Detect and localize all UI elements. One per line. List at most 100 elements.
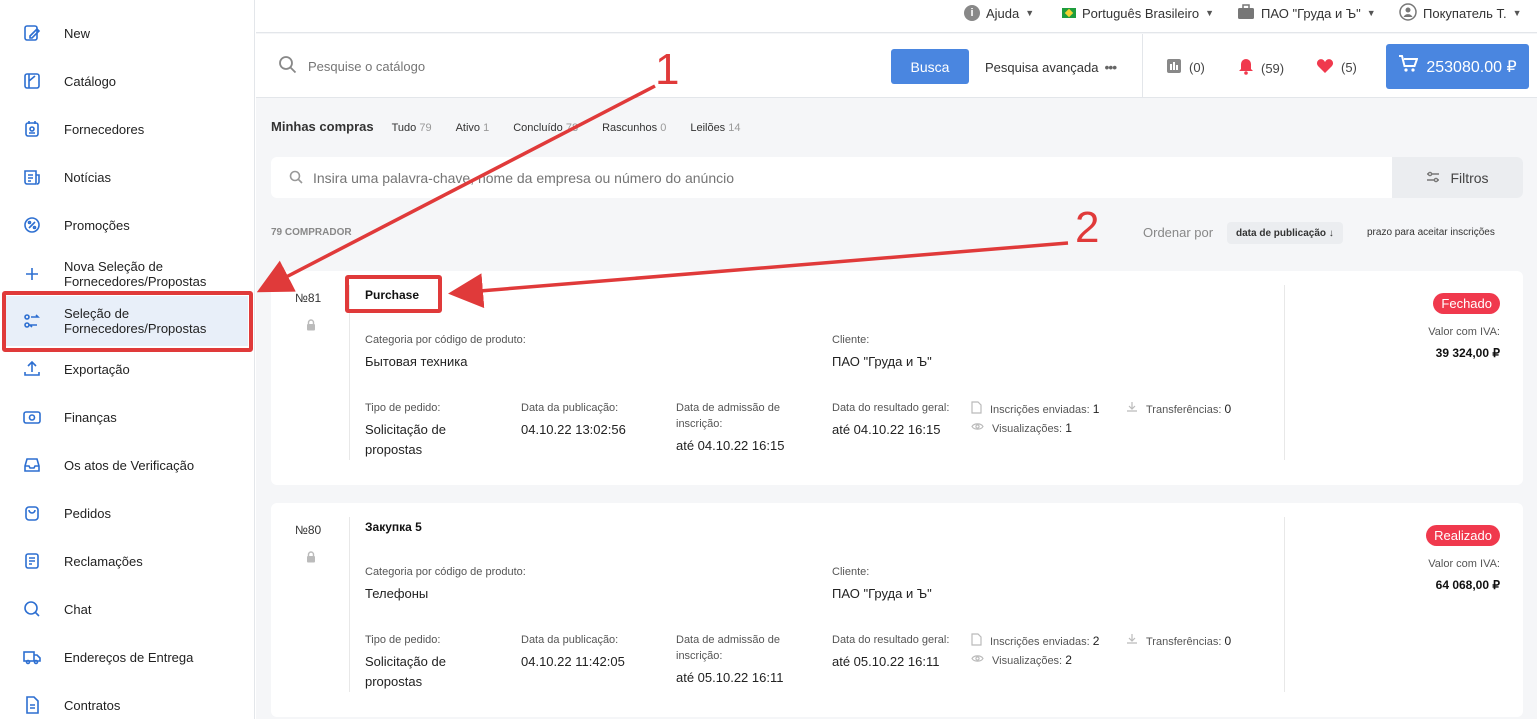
annotation-number-2: 2 <box>1075 203 1100 252</box>
filters-button[interactable]: Filtros <box>1392 157 1523 198</box>
tab-label: Ativo <box>455 122 481 134</box>
complaint-icon <box>22 551 42 571</box>
purchase-filter-input[interactable] <box>313 167 1373 189</box>
sidebar-item-label: Contratos <box>64 697 121 713</box>
tab-count: 78 <box>565 122 579 134</box>
upload-icon <box>22 359 42 379</box>
purchase-card[interactable]: №81 Purchase Categoria por código de pro… <box>271 271 1523 485</box>
purchase-card[interactable]: №80 Закупка 5 Categoria por código de pr… <box>271 503 1523 717</box>
tab-completed[interactable]: Concluído 78 <box>513 122 578 134</box>
download-icon <box>1126 401 1138 416</box>
chevron-down-icon: ▼ <box>1366 8 1376 18</box>
download-icon <box>1126 633 1138 648</box>
sort-by-publication-date[interactable]: data de publicação ↓ <box>1227 222 1343 244</box>
tab-active[interactable]: Ativo 1 <box>456 122 490 134</box>
truck-icon <box>22 647 42 667</box>
divider <box>1284 285 1285 460</box>
sort-label: Ordenar por <box>1143 225 1214 240</box>
client-label: Cliente: <box>832 334 870 346</box>
file-icon <box>971 401 982 417</box>
eye-icon <box>971 654 984 666</box>
sort-by-deadline[interactable]: prazo para aceitar inscrições <box>1367 227 1495 238</box>
results-count: 79 COMPRADOR <box>271 227 352 238</box>
result-date-value: até 05.10.22 16:11 <box>832 654 940 669</box>
cart-total: 253080.00 ₽ <box>1426 58 1517 76</box>
order-type-label: Tipo de pedido: <box>365 402 441 414</box>
sidebar-item-label: Endereços de Entrega <box>64 649 194 665</box>
applications-sent: Inscrições enviadas: 1 <box>971 401 1099 417</box>
sidebar-item-label: Pedidos <box>64 505 111 521</box>
sidebar-item-new-selection[interactable]: Nova Seleção de Fornecedores/Propostas <box>0 258 255 290</box>
purchase-number: №80 <box>295 523 322 537</box>
compare-button[interactable]: (0) <box>1166 58 1205 77</box>
sidebar-item-orders[interactable]: Pedidos <box>0 501 255 525</box>
result-date-value: até 04.10.22 16:15 <box>832 422 941 437</box>
help-label: Ajuda <box>986 5 1020 21</box>
value-amount: 39 324,00 ₽ <box>1435 346 1500 360</box>
tab-all[interactable]: Tudo 79 <box>392 122 432 134</box>
category-value: Телефоны <box>365 586 429 601</box>
divider <box>349 517 350 692</box>
sidebar-item-verification[interactable]: Os atos de Verificação <box>0 453 255 477</box>
admission-date-label: Data de admissão de inscrição: <box>676 402 780 430</box>
tab-auctions[interactable]: Leilões 14 <box>690 122 740 134</box>
purchase-number: №81 <box>295 291 322 305</box>
catalog-icon <box>22 71 42 91</box>
chevron-down-icon: ▼ <box>1512 8 1522 18</box>
admission-date-value: até 05.10.22 16:11 <box>676 670 784 685</box>
publication-date-label: Data da publicação: <box>521 634 619 646</box>
sidebar-item-news[interactable]: Notícias <box>0 165 255 189</box>
sidebar: New Catálogo Fornecedores Notícias Promo… <box>0 0 255 719</box>
tab-label: Leilões <box>690 122 726 134</box>
sidebar-item-contracts[interactable]: Contratos <box>0 693 255 717</box>
sidebar-item-promotions[interactable]: Promoções <box>0 213 255 237</box>
news-icon <box>22 167 42 187</box>
search-button[interactable]: Busca <box>891 49 969 84</box>
sidebar-item-export[interactable]: Exportação <box>0 357 255 381</box>
chat-icon <box>22 599 42 619</box>
cart-icon <box>1398 55 1419 78</box>
value-amount: 64 068,00 ₽ <box>1435 578 1500 592</box>
language-menu[interactable]: Português Brasileiro ▼ <box>1062 0 1214 26</box>
briefcase-icon <box>1237 3 1255 23</box>
user-label: Покупатель Т. <box>1423 5 1507 21</box>
cart-button[interactable]: 253080.00 ₽ <box>1386 44 1529 89</box>
sidebar-item-delivery[interactable]: Endereços de Entrega <box>0 645 255 669</box>
sent-label: Inscrições enviadas: <box>990 636 1090 648</box>
help-menu[interactable]: i Ajuda ▼ <box>964 0 1034 26</box>
file-icon <box>971 633 982 649</box>
lock-icon <box>306 319 316 334</box>
tab-label: Concluído <box>513 122 563 134</box>
sidebar-item-new[interactable]: New <box>0 21 255 45</box>
views-label: Visualizações: <box>992 423 1063 435</box>
sidebar-item-catalog[interactable]: Catálogo <box>0 69 255 93</box>
sidebar-item-label: Fornecedores <box>64 121 145 137</box>
advanced-search-link[interactable]: Pesquisa avançada ••• <box>985 59 1117 75</box>
divider <box>1142 34 1143 98</box>
sent-value: 2 <box>1092 634 1100 648</box>
tab-count: 1 <box>483 122 490 134</box>
purchase-filter-bar: Filtros <box>271 157 1523 198</box>
transfers: Transferências: 0 <box>1126 633 1231 648</box>
company-label: ПАО "Груда и Ъ" <box>1261 5 1361 21</box>
annotation-highlight-sidebar <box>2 291 253 352</box>
company-menu[interactable]: ПАО "Груда и Ъ" ▼ <box>1237 0 1376 26</box>
catalog-search-input[interactable] <box>308 54 868 78</box>
user-menu[interactable]: Покупатель Т. ▼ <box>1399 0 1522 26</box>
sliders-icon <box>1426 170 1440 186</box>
page-title: Minhas compras <box>271 119 374 134</box>
category-label: Categoria por código de produto: <box>365 566 526 578</box>
sidebar-item-label: Os atos de Verificação <box>64 457 195 473</box>
notifications-button[interactable]: (59) <box>1238 58 1284 78</box>
tab-count: 0 <box>660 122 667 134</box>
purchase-title-link[interactable]: Закупка 5 <box>365 520 422 534</box>
sidebar-item-suppliers[interactable]: Fornecedores <box>0 117 255 141</box>
publication-date-value: 04.10.22 13:02:56 <box>521 422 626 437</box>
sidebar-item-complaints[interactable]: Reclamações <box>0 549 255 573</box>
tab-drafts[interactable]: Rascunhos 0 <box>602 122 666 134</box>
sidebar-item-chat[interactable]: Chat <box>0 597 255 621</box>
main-area: i Ajuda ▼ Português Brasileiro ▼ ПАО "Гр… <box>256 0 1537 719</box>
favorites-button[interactable]: (5) <box>1316 58 1357 77</box>
sidebar-item-finance[interactable]: Finanças <box>0 405 255 429</box>
info-icon: i <box>964 5 980 21</box>
